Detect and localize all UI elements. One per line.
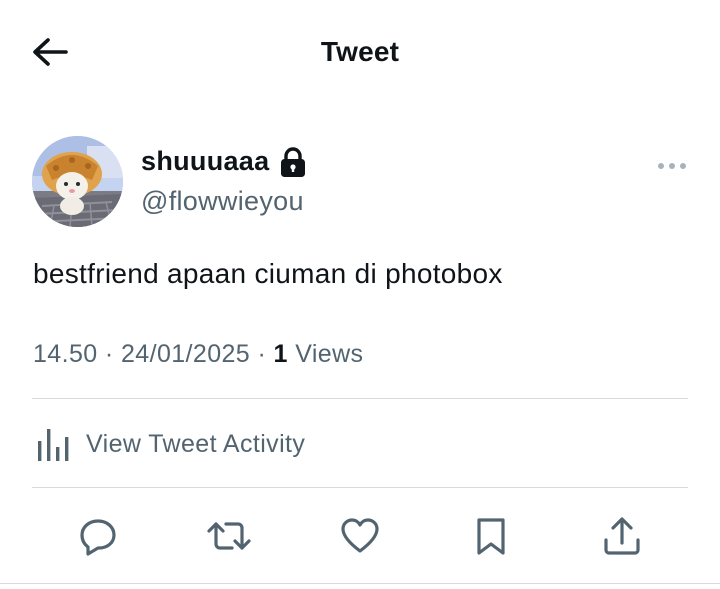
tweet-text: bestfriend apaan ciuman di photobox	[33, 258, 503, 289]
more-horizontal-icon	[658, 163, 686, 169]
reply-button[interactable]	[72, 510, 124, 562]
tweet-author: shuuuaaa @flowwieyou	[32, 136, 692, 228]
top-bar: Tweet	[0, 0, 720, 106]
lock-icon	[279, 146, 307, 177]
bottom-divider	[0, 583, 720, 584]
reply-icon	[80, 519, 116, 556]
tweet-time: 14.50	[33, 340, 98, 368]
share-button[interactable]	[596, 510, 648, 562]
bookmark-button[interactable]	[465, 510, 517, 562]
share-icon	[604, 517, 640, 555]
divider	[32, 398, 688, 399]
bar-chart-icon	[38, 429, 69, 461]
heart-icon	[341, 518, 379, 553]
tweet-date: 24/01/2025	[120, 340, 251, 368]
tweet-actions	[0, 510, 720, 564]
more-options-button[interactable]	[652, 156, 692, 176]
avatar-image	[32, 136, 123, 227]
bookmark-icon	[477, 518, 505, 555]
retweet-button[interactable]	[203, 510, 255, 562]
user-handle[interactable]: @flowwieyou	[141, 186, 304, 217]
view-tweet-activity-button[interactable]: View Tweet Activity	[32, 418, 305, 470]
views-count: 1	[273, 340, 288, 368]
activity-label: View Tweet Activity	[86, 429, 306, 458]
divider	[32, 487, 688, 488]
tweet-meta: 14.50 · 24/01/2025 · 1 Views	[33, 340, 364, 368]
retweet-icon	[207, 522, 251, 550]
like-button[interactable]	[334, 510, 386, 562]
page-title: Tweet	[320, 36, 400, 67]
display-name-row: shuuuaaa	[141, 146, 307, 177]
display-name[interactable]: shuuuaaa	[141, 146, 269, 177]
avatar[interactable]	[32, 136, 123, 227]
views-label: Views	[295, 340, 364, 368]
